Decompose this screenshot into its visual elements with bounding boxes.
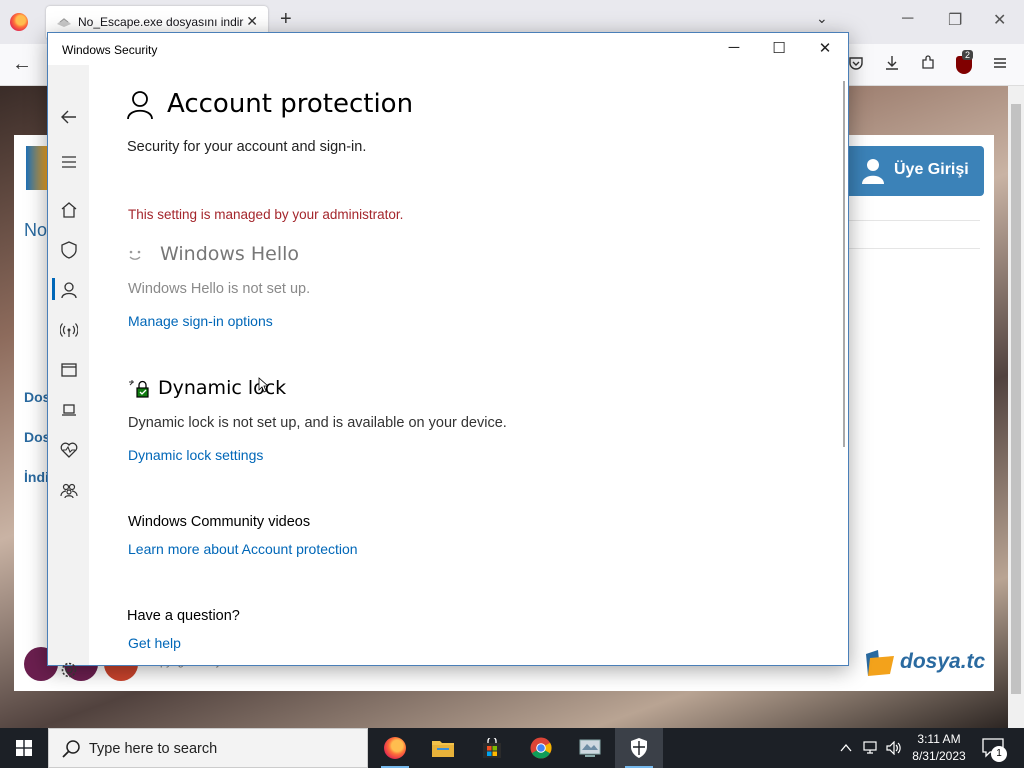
page-scrollbar-thumb[interactable] (1011, 104, 1021, 694)
firefox-logo-icon[interactable] (10, 13, 28, 31)
taskbar-unknown-app[interactable] (566, 728, 614, 768)
hamburger-menu-icon[interactable] (992, 55, 1008, 71)
taskbar-store[interactable] (468, 728, 516, 768)
nav-back-button[interactable] (48, 101, 89, 133)
content-scrollbar[interactable] (843, 81, 845, 447)
member-login-label: Üye Girişi (894, 161, 969, 178)
taskbar: Type here to search 3:11 AM 8/31/2023 1 (0, 728, 1024, 768)
health-icon (60, 442, 77, 458)
site-link-fragment[interactable]: İndi (24, 469, 49, 485)
windows-hello-icon (129, 250, 141, 260)
security-nav-rail (48, 65, 89, 678)
download-page-favicon-icon (57, 18, 71, 27)
browser-back-icon[interactable]: ← (12, 53, 32, 76)
dynamic-lock-icon (129, 380, 149, 398)
clock-time[interactable]: 3:11 AM (912, 732, 966, 746)
start-button[interactable] (0, 728, 48, 768)
get-help-link[interactable]: Get help (128, 635, 181, 651)
dynamic-lock-settings-link[interactable]: Dynamic lock settings (128, 447, 263, 463)
site-logo-icon[interactable] (26, 146, 48, 190)
nav-home[interactable] (48, 194, 89, 226)
mouse-cursor-icon (258, 377, 268, 393)
folder-logo-icon (866, 650, 894, 676)
volume-icon[interactable] (886, 741, 902, 755)
nav-virus-protection[interactable] (48, 234, 89, 266)
account-protection-page: Account protection Security for your acc… (127, 65, 837, 665)
windows-hello-title: Windows Hello (160, 243, 300, 265)
nav-account-protection[interactable] (48, 274, 89, 306)
search-placeholder: Type here to search (89, 741, 218, 757)
windows-security-window: Windows Security ─ ☐ ✕ Account protectio… (47, 32, 849, 678)
settings-icon (61, 662, 76, 678)
account-page-icon (127, 91, 153, 119)
tab-list-chevron-icon[interactable]: ⌄ (816, 10, 828, 27)
admin-managed-warning: This setting is managed by your administ… (128, 207, 404, 222)
minimize-button[interactable]: ─ (719, 39, 749, 59)
shield-icon (60, 241, 77, 259)
windows-hello-status: Windows Hello is not set up. (128, 281, 311, 297)
account-icon (60, 282, 77, 299)
nav-device-health[interactable] (48, 434, 89, 466)
browser-minimize-button[interactable]: ─ (902, 10, 913, 28)
browser-restore-button[interactable]: ❐ (948, 10, 962, 30)
extensions-icon[interactable] (920, 55, 936, 71)
divider (848, 248, 980, 249)
nav-app-browser-control[interactable] (48, 354, 89, 386)
window-title-bar[interactable]: Windows Security ─ ☐ ✕ (48, 33, 848, 65)
taskbar-firefox[interactable] (371, 728, 419, 768)
maximize-button[interactable]: ☐ (764, 39, 794, 59)
nav-menu-button[interactable] (48, 146, 89, 178)
app-browser-icon (60, 363, 77, 377)
taskbar-windows-security[interactable] (615, 728, 663, 768)
store-icon (483, 738, 501, 758)
footer-logo[interactable]: dosya.tc (866, 648, 985, 678)
question-title: Have a question? (127, 608, 240, 624)
firefox-icon (384, 737, 406, 759)
back-arrow-icon (60, 110, 76, 124)
chrome-icon (530, 737, 552, 759)
new-tab-button[interactable]: + (280, 8, 292, 31)
community-videos-title: Windows Community videos (128, 514, 311, 530)
taskbar-search-input[interactable]: Type here to search (48, 728, 368, 768)
site-heading-fragment: No (24, 220, 48, 240)
windows-logo-icon (16, 740, 32, 756)
member-login-button[interactable]: Üye Girişi (848, 146, 984, 196)
notification-count-badge: 1 (991, 746, 1007, 762)
footer-logo-text: dosya.tc (900, 650, 986, 673)
tab-title: No_Escape.exe dosyasını indir (78, 15, 244, 29)
nav-firewall-network[interactable] (48, 314, 89, 346)
nav-family-options[interactable] (48, 474, 89, 506)
ublock-badge: 2 (962, 50, 974, 60)
clock-date[interactable]: 8/31/2023 (908, 749, 970, 763)
window-title: Windows Security (62, 43, 158, 57)
network-icon (59, 323, 78, 337)
learn-more-link[interactable]: Learn more about Account protection (128, 541, 358, 557)
device-icon (61, 404, 76, 416)
tab-close-icon[interactable]: ✕ (246, 13, 258, 30)
windows-security-icon (631, 738, 647, 758)
page-title: Account protection (167, 89, 414, 119)
browser-close-button[interactable]: ✕ (993, 10, 1006, 30)
home-icon (61, 202, 76, 218)
nav-settings[interactable] (48, 654, 89, 686)
unknown-app-icon (579, 739, 601, 757)
user-icon (862, 159, 884, 184)
network-tray-icon[interactable] (863, 741, 879, 755)
page-scrollbar[interactable] (1008, 86, 1024, 728)
page-subtitle: Security for your account and sign-in. (127, 139, 367, 155)
file-explorer-icon (432, 741, 454, 757)
close-button[interactable]: ✕ (810, 39, 840, 59)
search-icon (62, 740, 80, 758)
taskbar-file-explorer[interactable] (419, 728, 467, 768)
manage-sign-in-options-link[interactable]: Manage sign-in options (128, 313, 273, 329)
pocket-icon[interactable] (848, 55, 864, 71)
taskbar-chrome[interactable] (517, 728, 565, 768)
show-hidden-icons-chevron-icon[interactable] (840, 742, 852, 754)
nav-device-security[interactable] (48, 394, 89, 426)
dynamic-lock-status: Dynamic lock is not set up, and is avail… (128, 415, 507, 431)
divider (848, 220, 980, 221)
family-icon (59, 483, 78, 499)
downloads-icon[interactable] (884, 55, 900, 71)
hamburger-icon (61, 156, 76, 168)
